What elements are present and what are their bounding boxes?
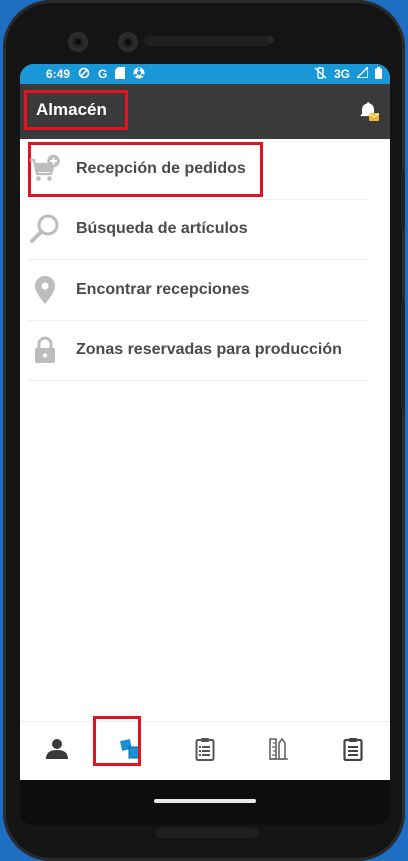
vibrate-off-icon — [314, 66, 327, 82]
network-type: 3G — [333, 67, 350, 81]
nav-ruler[interactable] — [259, 731, 299, 771]
nav-warehouse[interactable] — [93, 716, 151, 771]
proximity-sensor — [266, 36, 274, 44]
menu-item-recepcion-pedidos[interactable]: Recepción de pedidos — [28, 139, 368, 200]
nav-profile[interactable] — [37, 731, 77, 771]
nav-clipboard[interactable] — [333, 731, 373, 771]
menu-item-busqueda-articulos[interactable]: Búsqueda de artículos — [28, 200, 368, 260]
google-icon: G — [98, 67, 108, 81]
menu-item-label: Zonas reservadas para producción — [76, 341, 342, 359]
menu-item-label: Encontrar recepciones — [76, 280, 250, 298]
cart-add-icon — [28, 152, 62, 186]
app-icon — [133, 67, 145, 82]
nav-active-highlight — [93, 716, 141, 766]
menu-list: Recepción de pedidos Búsqueda de artícul… — [20, 139, 390, 381]
battery-icon — [375, 66, 382, 82]
notification-bell-icon[interactable] — [358, 101, 380, 128]
status-bar: 6:49 G 3G — [20, 64, 390, 84]
person-icon — [45, 738, 69, 765]
home-gesture-handle[interactable] — [154, 799, 256, 803]
power-button — [401, 300, 405, 410]
app-screen: 6:49 G 3G Almacén Recepción de pedidos B… — [20, 64, 390, 801]
location-pin-icon — [28, 273, 62, 307]
bottom-navigation — [20, 716, 390, 780]
nav-clipboard-list[interactable] — [185, 731, 225, 771]
lock-icon — [28, 333, 62, 367]
menu-item-label: Búsqueda de artículos — [76, 220, 248, 238]
system-gesture-area — [20, 785, 390, 825]
app-bar: Almacén — [20, 84, 390, 139]
page-title: Almacén — [36, 100, 107, 119]
vpn-icon — [78, 67, 90, 82]
menu-item-label: Recepción de pedidos — [76, 159, 246, 177]
sd-card-icon — [115, 66, 126, 82]
search-icon — [28, 212, 62, 246]
bottom-speaker — [155, 828, 259, 838]
clipboard-list-icon — [195, 737, 215, 766]
earpiece-speaker — [144, 36, 270, 46]
signal-icon — [355, 65, 369, 81]
menu-item-zonas-reservadas[interactable]: Zonas reservadas para producción — [28, 321, 368, 381]
front-camera-2 — [118, 32, 138, 52]
status-time: 6:49 — [46, 67, 71, 81]
clipboard-icon — [343, 737, 363, 766]
volume-button — [401, 170, 405, 230]
title-highlight: Almacén — [24, 90, 128, 130]
ruler-pencil-icon — [268, 737, 290, 766]
front-camera — [68, 32, 88, 52]
menu-item-encontrar-recepciones[interactable]: Encontrar recepciones — [28, 260, 368, 321]
